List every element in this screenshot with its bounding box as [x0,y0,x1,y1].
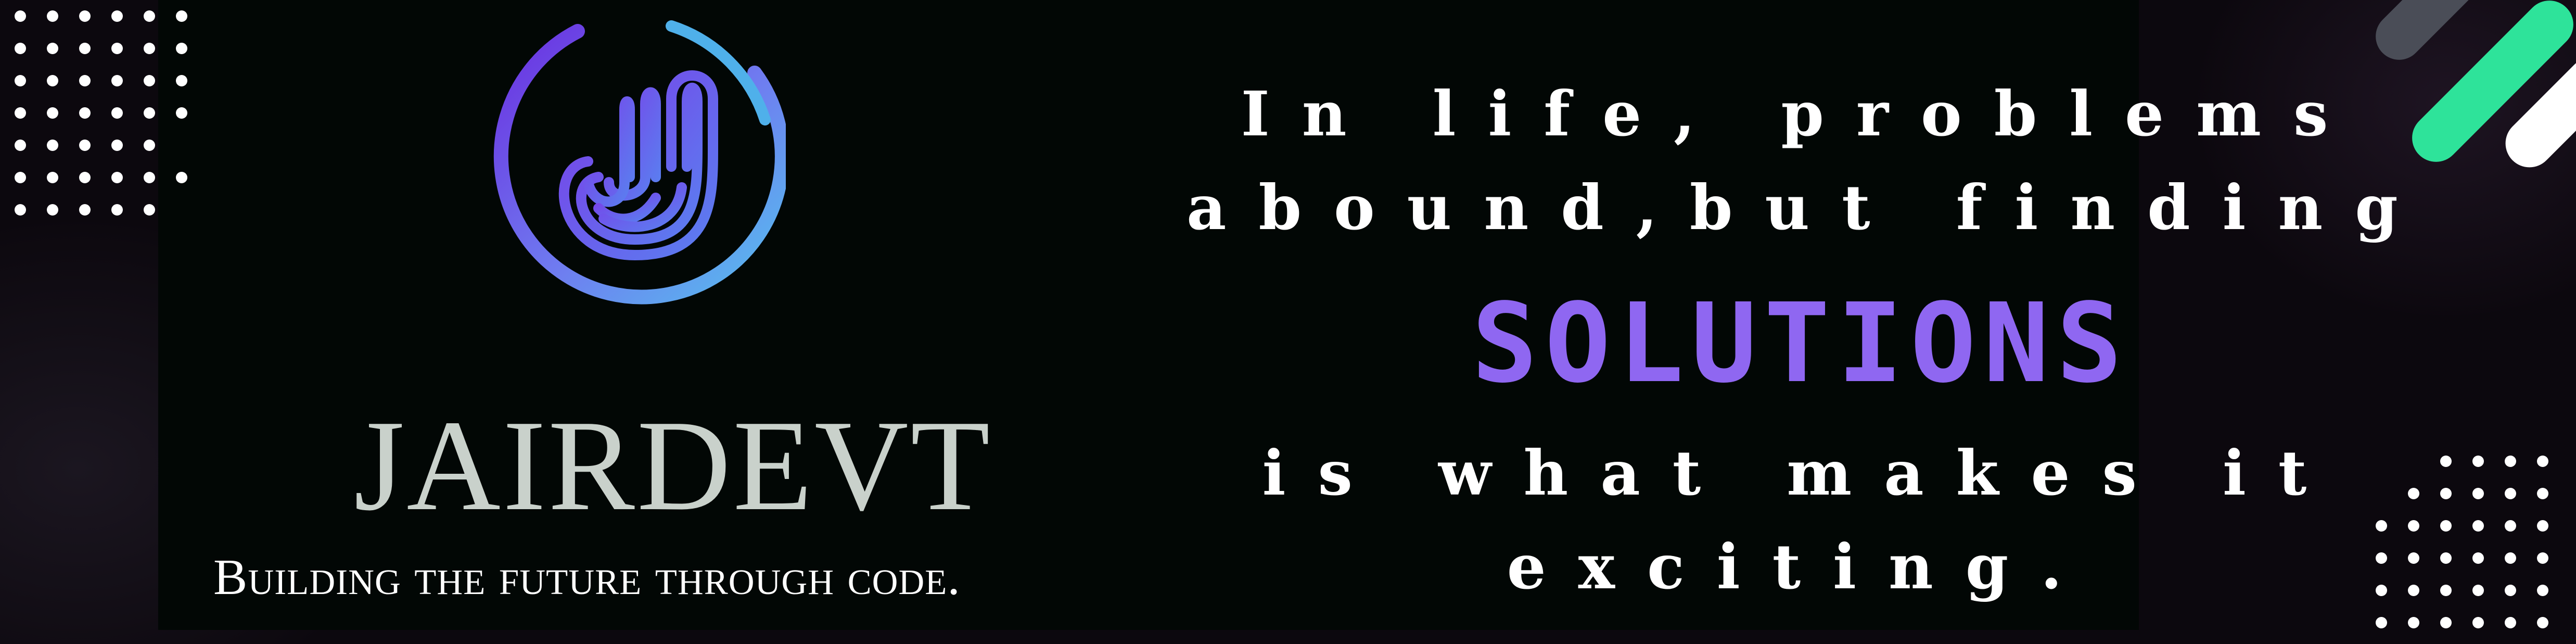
quote-highlight: SOLUTIONS [1472,280,2129,407]
dot-grid-top-left-icon [15,10,212,219]
quote-line-4: exciting. [1507,531,2095,603]
quote-line-2: abound,but finding [1187,171,2430,244]
brand-tagline: Building the future through code. [213,549,961,605]
brand-block: JAIRDEVT Building the future through cod… [198,0,1082,644]
quote-line-3: is what makes it [1262,437,2339,509]
quote-line-1: In life, problems [1241,78,2361,150]
quote-block: In life, problems abound,but finding SOL… [1187,0,2415,644]
j-logo-icon [493,20,786,305]
brand-name: JAIRDEVT [354,394,992,538]
